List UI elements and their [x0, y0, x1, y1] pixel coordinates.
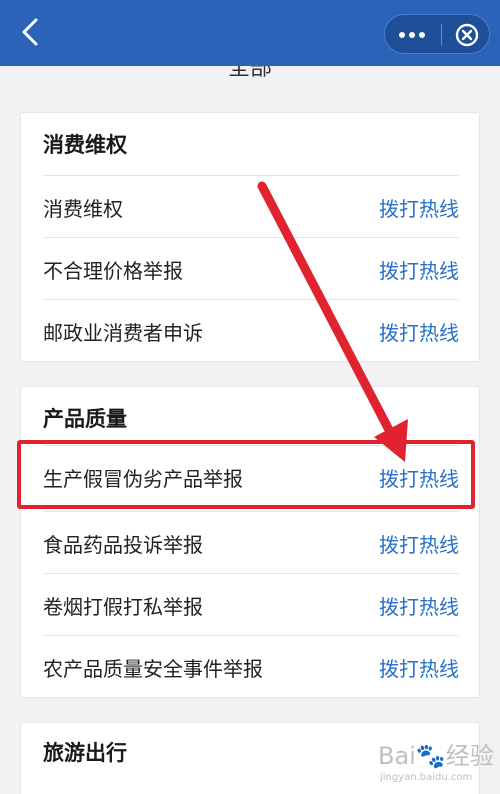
watermark-logo: Bai🐾经验 [378, 742, 494, 770]
annotation-arrow-icon [257, 181, 408, 462]
watermark: Bai🐾经验 jingyan.baidu.com [378, 736, 496, 794]
watermark-url: jingyan.baidu.com [380, 772, 473, 783]
